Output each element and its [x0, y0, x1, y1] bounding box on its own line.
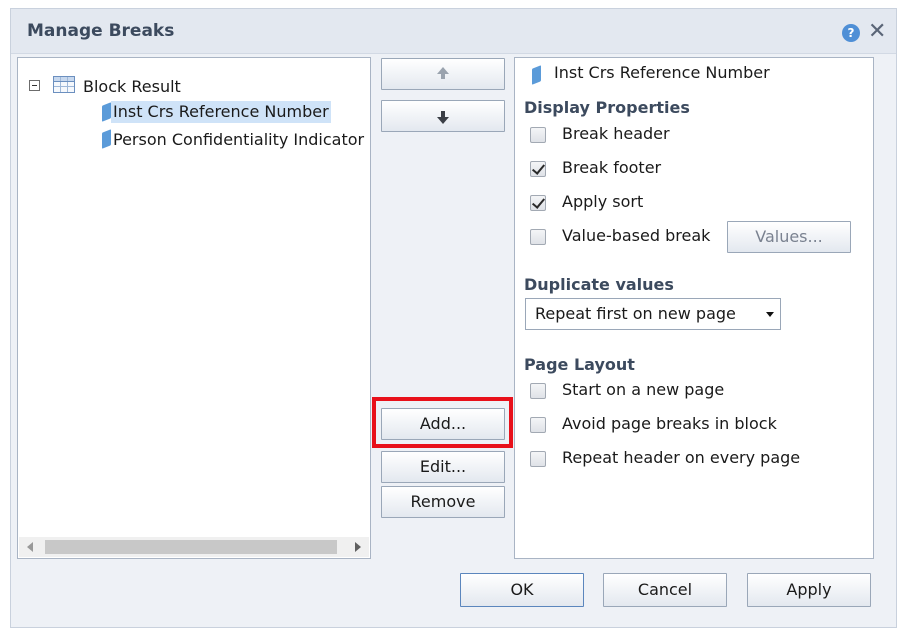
break-header-checkbox[interactable]	[530, 127, 546, 143]
repeat-header-label: Repeat header on every page	[562, 448, 801, 467]
arrow-down-icon	[437, 111, 449, 124]
start-new-page-label: Start on a new page	[562, 380, 725, 399]
break-footer-label: Break footer	[562, 158, 662, 177]
chevron-down-icon	[766, 312, 774, 317]
duplicate-values-selected: Repeat first on new page	[535, 304, 736, 323]
apply-sort-label: Apply sort	[562, 192, 644, 211]
scroll-right-icon[interactable]	[355, 542, 361, 552]
duplicate-values-title: Duplicate values	[524, 275, 674, 294]
tree-item-inst-crs-reference-number[interactable]: Inst Crs Reference Number	[111, 101, 331, 123]
scroll-left-icon[interactable]	[27, 542, 33, 552]
break-header-label: Break header	[562, 124, 670, 143]
help-icon[interactable]: ?	[842, 24, 860, 42]
move-down-button[interactable]	[381, 100, 505, 132]
avoid-page-breaks-checkbox[interactable]	[530, 417, 546, 433]
values-button[interactable]: Values...	[727, 221, 851, 253]
arrow-up-icon	[437, 67, 449, 79]
collapse-toggle-icon[interactable]	[29, 80, 40, 91]
horizontal-scrollbar[interactable]	[19, 537, 369, 557]
page-layout-title: Page Layout	[524, 355, 635, 374]
apply-sort-checkbox[interactable]	[530, 195, 546, 211]
remove-button[interactable]: Remove	[381, 486, 505, 518]
edit-button[interactable]: Edit...	[381, 451, 505, 483]
avoid-page-breaks-label: Avoid page breaks in block	[562, 414, 777, 433]
close-icon[interactable]: ✕	[868, 19, 886, 45]
ok-button[interactable]: OK	[460, 573, 584, 607]
apply-button[interactable]: Apply	[747, 573, 871, 607]
value-based-break-label: Value-based break	[562, 226, 711, 245]
table-block-icon	[53, 76, 75, 93]
tree-item-person-confidentiality-indicator[interactable]: Person Confidentiality Indicator	[113, 129, 370, 151]
tree-item-block-result[interactable]: Block Result	[83, 76, 181, 98]
selected-break-name: Inst Crs Reference Number	[554, 63, 770, 82]
dimension-icon	[532, 65, 541, 85]
title-bar: Manage Breaks ? ✕	[11, 9, 896, 54]
dialog-title: Manage Breaks	[27, 21, 175, 41]
display-properties-title: Display Properties	[524, 98, 690, 117]
dimension-icon	[102, 129, 111, 149]
break-footer-checkbox[interactable]	[530, 161, 546, 177]
move-up-button[interactable]	[381, 58, 505, 90]
value-based-break-checkbox[interactable]	[530, 229, 546, 245]
start-new-page-checkbox[interactable]	[530, 383, 546, 399]
duplicate-values-select[interactable]: Repeat first on new page	[525, 298, 781, 330]
scrollbar-thumb[interactable]	[45, 540, 337, 554]
add-button-highlight	[372, 397, 513, 448]
dimension-icon	[102, 102, 111, 122]
cancel-button[interactable]: Cancel	[603, 573, 727, 607]
repeat-header-checkbox[interactable]	[530, 451, 546, 467]
break-tree-panel[interactable]: Block Result Inst Crs Reference Number P…	[17, 57, 371, 559]
